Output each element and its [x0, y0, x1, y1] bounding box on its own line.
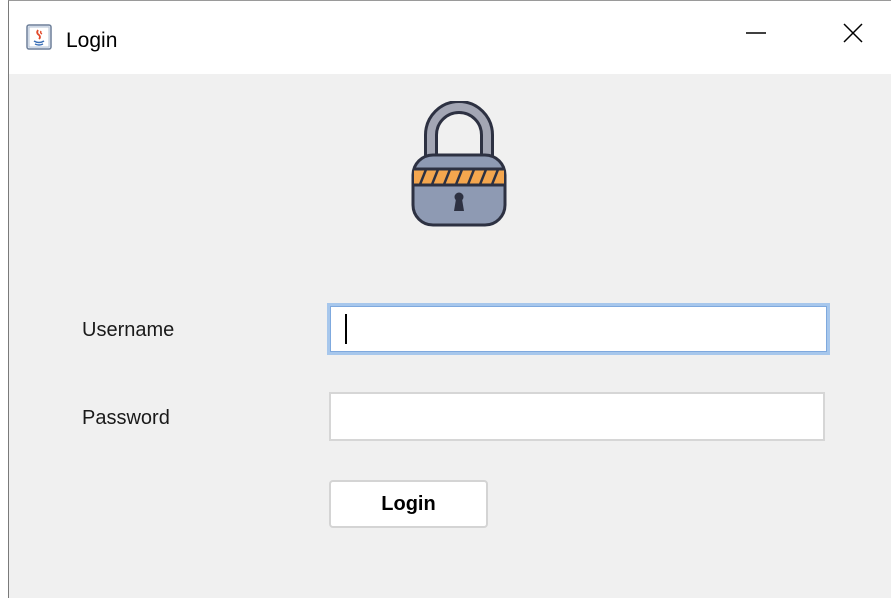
username-input[interactable]	[327, 303, 830, 355]
java-coffee-icon	[26, 24, 52, 50]
username-label: Username	[82, 319, 175, 341]
password-input[interactable]	[329, 392, 825, 441]
login-window: Login Username Password Login	[8, 0, 891, 598]
close-button[interactable]	[833, 15, 873, 55]
title-bar[interactable]: Login	[9, 1, 891, 74]
login-button[interactable]: Login	[329, 480, 488, 528]
padlock-icon	[409, 100, 509, 229]
minimize-icon	[745, 22, 767, 49]
minimize-button[interactable]	[736, 15, 776, 55]
close-icon	[842, 22, 864, 49]
password-label: Password	[82, 407, 170, 429]
window-title: Login	[66, 29, 118, 52]
text-caret	[345, 314, 347, 344]
